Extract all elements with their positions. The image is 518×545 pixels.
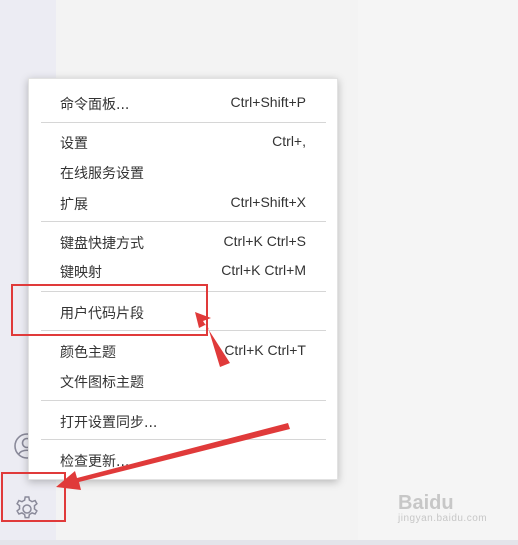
menu-item-label: 在线服务设置 <box>60 166 144 182</box>
menu-separator <box>41 221 326 222</box>
menu-item-label: 颜色主题 <box>60 345 116 361</box>
watermark-sub: jingyan.baidu.com <box>398 513 488 524</box>
menu-item-settings[interactable]: 设置 Ctrl+, <box>29 128 337 156</box>
menu-item-label: 打开设置同步... <box>60 415 158 431</box>
watermark-brand: Baidu <box>398 492 454 514</box>
menu-item-label: 键映射 <box>60 265 102 281</box>
menu-item-online-services-settings[interactable]: 在线服务设置 <box>29 158 337 186</box>
menu-item-shortcut: Ctrl+Shift+X <box>230 194 306 210</box>
menu-separator <box>41 122 326 123</box>
menu-item-label: 键盘快捷方式 <box>60 236 144 252</box>
menu-separator <box>41 400 326 401</box>
menu-item-shortcut: Ctrl+K Ctrl+S <box>223 233 306 249</box>
menu-item-shortcut: Ctrl+K Ctrl+T <box>224 342 306 358</box>
editor-right-strip <box>358 0 518 545</box>
menu-item-keymaps[interactable]: 键映射 Ctrl+K Ctrl+M <box>29 257 337 285</box>
menu-item-shortcut: Ctrl+, <box>272 133 306 149</box>
menu-item-label: 文件图标主题 <box>60 375 144 391</box>
menu-item-label: 检查更新... <box>60 454 130 470</box>
menu-item-color-theme[interactable]: 颜色主题 Ctrl+K Ctrl+T <box>29 337 337 365</box>
watermark: Baidu jingyan.baidu.com <box>398 492 487 524</box>
menu-item-keyboard-shortcuts[interactable]: 键盘快捷方式 Ctrl+K Ctrl+S <box>29 228 337 256</box>
menu-item-check-for-updates[interactable]: 检查更新... <box>29 446 337 474</box>
menu-item-label: 命令面板... <box>60 97 130 113</box>
menu-item-label: 设置 <box>60 136 88 152</box>
menu-item-turn-on-settings-sync[interactable]: 打开设置同步... <box>29 407 337 435</box>
menu-item-shortcut: Ctrl+K Ctrl+M <box>221 262 306 278</box>
annotation-highlight-box <box>11 284 208 336</box>
menu-separator <box>41 439 326 440</box>
menu-item-shortcut: Ctrl+Shift+P <box>230 94 306 110</box>
menu-item-label: 扩展 <box>60 197 88 213</box>
status-bar-edge <box>0 540 518 545</box>
menu-item-extensions[interactable]: 扩展 Ctrl+Shift+X <box>29 189 337 217</box>
manage-context-menu: 命令面板... Ctrl+Shift+P 设置 Ctrl+, 在线服务设置 扩展… <box>28 78 338 480</box>
menu-item-file-icon-theme[interactable]: 文件图标主题 <box>29 367 337 395</box>
menu-item-command-palette[interactable]: 命令面板... Ctrl+Shift+P <box>29 89 337 117</box>
annotation-highlight-box <box>1 472 66 522</box>
